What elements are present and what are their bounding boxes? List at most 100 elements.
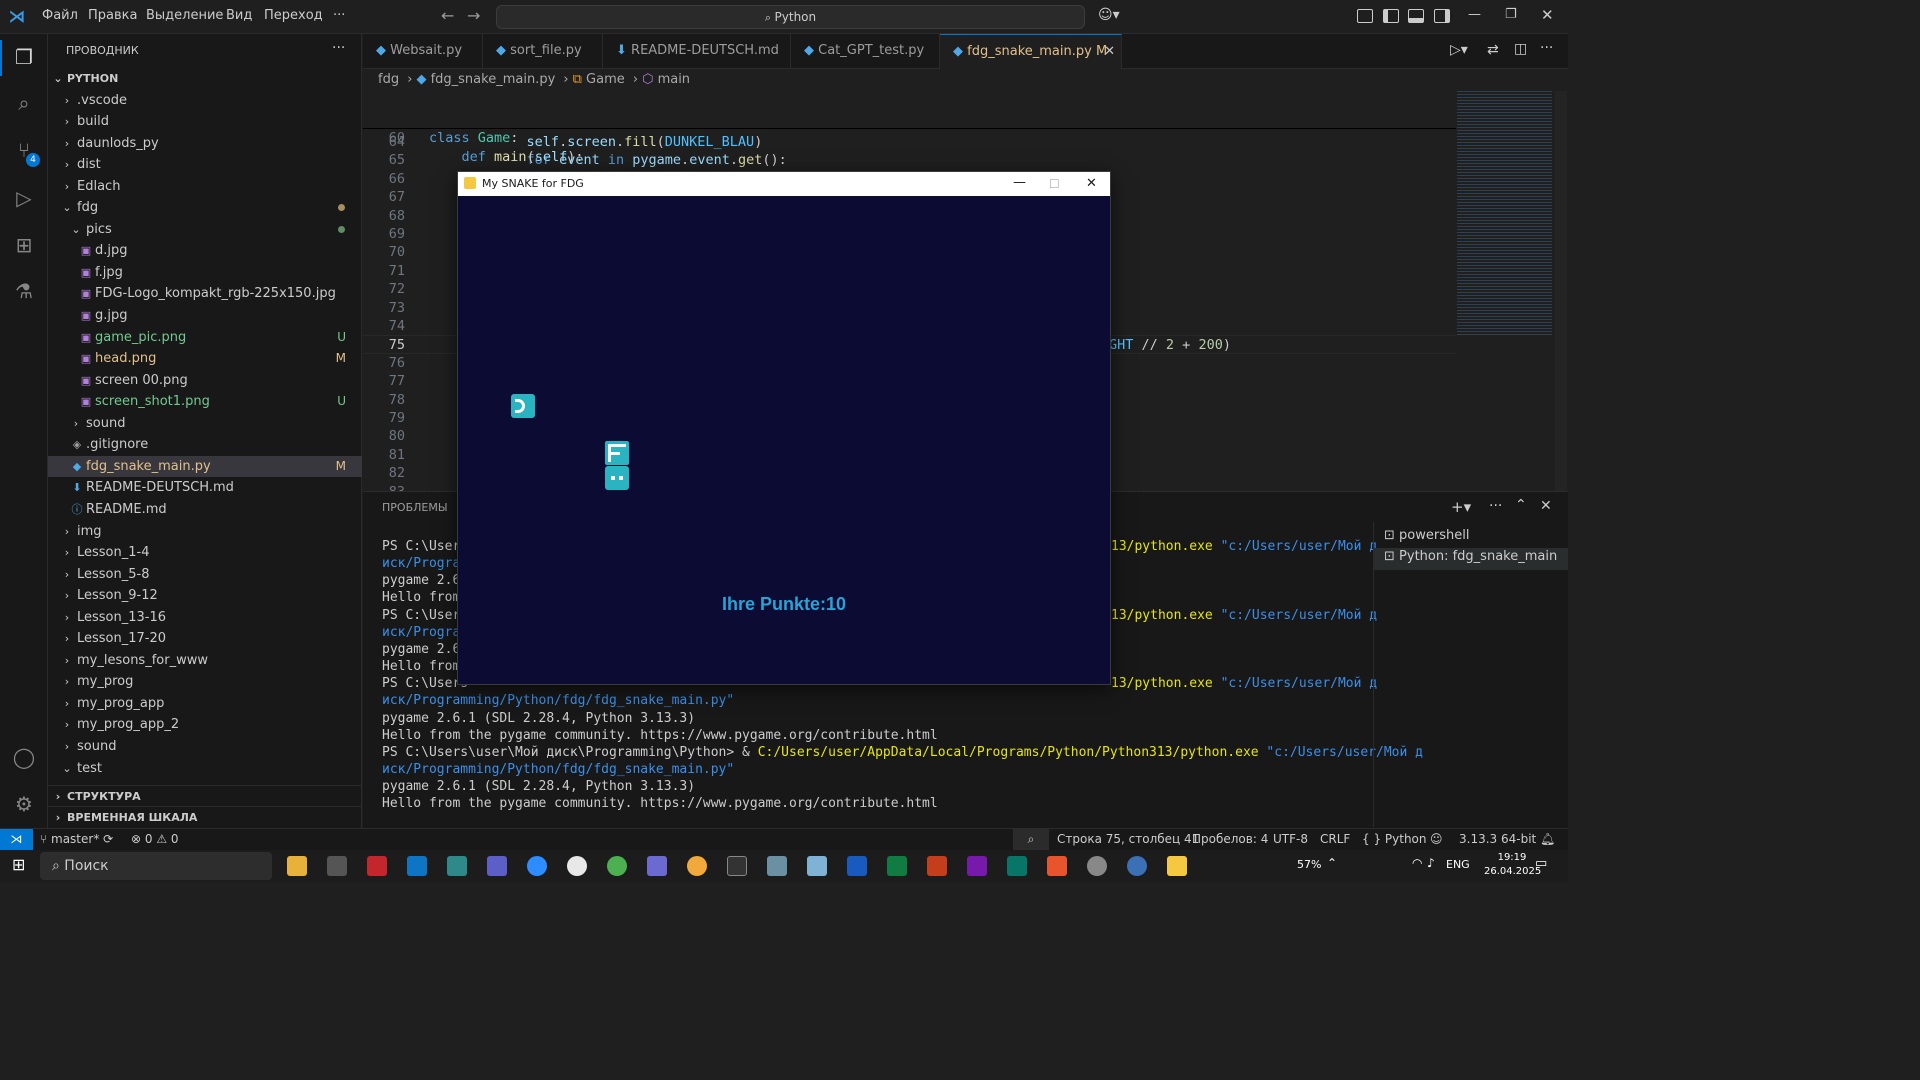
workspace-root[interactable]: ⌄ PYTHON <box>48 68 362 90</box>
game-minimize-icon[interactable]: — <box>1013 171 1026 195</box>
chevron-down-icon[interactable]: ⌄ <box>61 758 73 779</box>
breadcrumb-class[interactable]: Game <box>586 72 625 87</box>
menu-view[interactable]: Вид <box>226 8 252 23</box>
indentation[interactable]: Пробелов: 4 <box>1192 829 1268 850</box>
file-item[interactable]: ▣ screen_shot1.png U <box>48 391 362 413</box>
chevron-right-icon[interactable]: › <box>61 111 73 132</box>
toggle-secondary-sidebar-icon[interactable] <box>1434 9 1450 23</box>
file-item[interactable]: ▣ screen 00.png <box>48 370 362 392</box>
chevron-right-icon[interactable]: › <box>61 154 73 175</box>
app-icon-red[interactable] <box>367 856 387 876</box>
app-icon-blue[interactable] <box>807 856 827 876</box>
folder-item[interactable]: › dist <box>48 154 362 176</box>
new-terminal-icon[interactable]: +▾ <box>1451 498 1471 516</box>
explorer-icon[interactable]: ❐ <box>12 45 36 69</box>
sync-icon[interactable]: ⟳ <box>103 832 113 846</box>
panel-more-icon[interactable]: ··· <box>1489 498 1502 514</box>
zoom-app-icon[interactable] <box>527 856 547 876</box>
chevron-right-icon[interactable]: › <box>61 693 73 714</box>
testing-icon[interactable]: ⚗ <box>12 279 36 303</box>
accounts-icon[interactable]: ◯ <box>12 745 36 769</box>
timeline-section[interactable]: › ВРЕМЕННАЯ ШКАЛА <box>48 806 362 828</box>
folder-item[interactable]: › my_prog_app <box>48 693 362 715</box>
chevron-right-icon[interactable]: › <box>61 650 73 671</box>
onenote-icon[interactable] <box>967 856 987 876</box>
excel-icon[interactable] <box>887 856 907 876</box>
terminal-powershell[interactable]: ⊡ powershell <box>1384 528 1469 543</box>
folder-item[interactable]: ⌄ pics <box>48 219 362 241</box>
editor-scrollbar[interactable] <box>1555 91 1567 491</box>
maximize-panel-icon[interactable]: ⌃ <box>1515 497 1527 513</box>
chevron-right-icon[interactable]: › <box>70 413 82 434</box>
close-window-icon[interactable]: ✕ <box>1541 6 1554 24</box>
toggle-panel-icon[interactable] <box>1408 9 1424 23</box>
terminal-app-icon[interactable] <box>727 856 747 876</box>
zoom-icon[interactable]: ⌕ <box>1013 829 1049 851</box>
copilot-status-icon[interactable]: ☺ <box>1430 829 1443 850</box>
line-ending[interactable]: CRLF <box>1320 829 1350 850</box>
problems-indicator[interactable]: ⊗ 0 ⚠ 0 <box>131 829 179 850</box>
panel-tab-problems[interactable]: ПРОБЛЕМЫ <box>382 501 448 514</box>
file-item[interactable]: ▣ game_pic.png U <box>48 327 362 349</box>
back-arrow-icon[interactable]: ← <box>441 6 454 25</box>
file-item[interactable]: ⓘ README.md <box>48 499 362 521</box>
folder-item[interactable]: › Lesson_5-8 <box>48 564 362 586</box>
search-view-icon[interactable]: ⌕ <box>12 91 36 115</box>
folder-item[interactable]: › my_lesons_for_www <box>48 650 362 672</box>
minimap[interactable] <box>1457 91 1552 336</box>
input-language[interactable]: ENG <box>1446 858 1470 871</box>
python-interpreter[interactable]: 3.13.3 64-bit <box>1459 829 1536 850</box>
minimize-icon[interactable]: — <box>1468 7 1481 22</box>
game-titlebar[interactable]: My SNAKE for FDG — ☐ ✕ <box>458 172 1110 196</box>
folder-item[interactable]: › build <box>48 111 362 133</box>
customize-layout-icon[interactable] <box>1357 9 1373 23</box>
app-icon-globe[interactable] <box>1127 856 1147 876</box>
volume-icon[interactable]: ♪ <box>1427 856 1435 870</box>
more-actions-icon[interactable]: ··· <box>332 40 345 56</box>
split-editor-icon[interactable]: ◫ <box>1514 41 1527 57</box>
folder-item[interactable]: › Lesson_13-16 <box>48 607 362 629</box>
extensions-icon[interactable]: ⊞ <box>12 233 36 257</box>
run-debug-icon[interactable]: ▷ <box>12 186 36 210</box>
cursor-position[interactable]: Строка 75, столбец 41 <box>1057 829 1199 850</box>
chevron-down-icon[interactable]: ⌄ <box>61 197 73 218</box>
tab-cat-gpt-test[interactable]: ◆ Cat_GPT_test.py <box>791 34 940 69</box>
chevron-right-icon[interactable]: › <box>61 585 73 606</box>
chevron-right-icon[interactable]: › <box>61 564 73 585</box>
breadcrumb-method[interactable]: main <box>658 72 690 87</box>
terminal-python[interactable]: ⊡ Python: fdg_snake_main <box>1384 549 1557 564</box>
folder-item[interactable]: › sound <box>48 736 362 758</box>
menu-more[interactable]: ··· <box>333 8 345 23</box>
chevron-right-icon[interactable]: › <box>61 176 73 197</box>
menu-go[interactable]: Переход <box>264 8 323 23</box>
tray-chevron-icon[interactable]: ⌃ <box>1327 856 1337 870</box>
file-explorer-icon[interactable] <box>287 856 307 876</box>
notifications-icon[interactable]: 🔔︎ <box>1540 829 1555 850</box>
taskbar-search[interactable]: ⌕ Поиск <box>40 852 272 880</box>
tab-close-icon[interactable]: ✕ <box>1104 35 1115 69</box>
game-close-icon[interactable]: ✕ <box>1086 172 1097 196</box>
forward-arrow-icon[interactable]: → <box>467 6 480 25</box>
folder-item[interactable]: › Edlach <box>48 176 362 198</box>
chevron-right-icon[interactable]: › <box>61 542 73 563</box>
app-icon-teal[interactable] <box>447 856 467 876</box>
restore-icon[interactable]: ❐ <box>1505 7 1517 22</box>
chevron-right-icon[interactable]: › <box>61 671 73 692</box>
folder-item[interactable]: › Lesson_1-4 <box>48 542 362 564</box>
folder-item[interactable]: › daunlods_py <box>48 133 362 155</box>
run-python-icon[interactable]: ▷▾ <box>1450 42 1468 58</box>
file-item[interactable]: ◆ fdg_snake_main.py M <box>48 455 362 478</box>
settings-gear-icon[interactable]: ⚙ <box>12 792 36 816</box>
chevron-right-icon[interactable]: › <box>61 607 73 628</box>
outline-section[interactable]: › СТРУКТУРА <box>48 785 362 807</box>
file-item[interactable]: ▣ d.jpg <box>48 240 362 262</box>
app-icon-flame[interactable] <box>1047 856 1067 876</box>
tab-websait[interactable]: ◆ Websait.py <box>363 34 483 69</box>
toggle-sidebar-icon[interactable] <box>1383 9 1399 23</box>
folder-item[interactable]: › img <box>48 521 362 543</box>
settings-app-icon[interactable] <box>327 856 347 876</box>
powerpoint-icon[interactable] <box>927 856 947 876</box>
windows-start-icon[interactable]: ⊞ <box>12 855 25 874</box>
chevron-right-icon[interactable]: › <box>61 736 73 757</box>
chevron-right-icon[interactable]: › <box>61 521 73 542</box>
